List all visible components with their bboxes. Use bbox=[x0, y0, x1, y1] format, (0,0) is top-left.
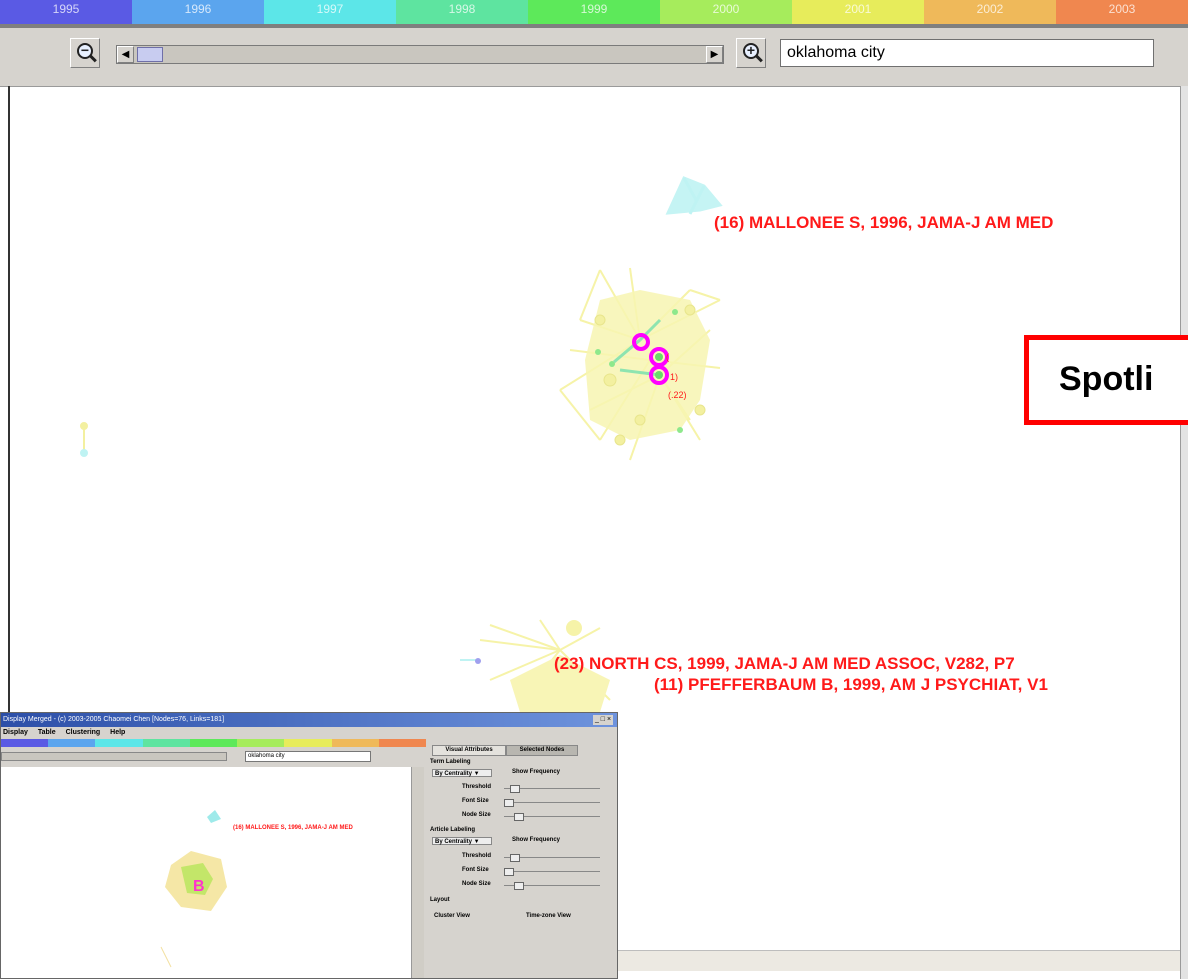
node-label-north[interactable]: (23) NORTH CS, 1999, JAMA-J AM MED ASSOC… bbox=[554, 654, 1015, 674]
inset-menu-bar: Display Table Clustering Help bbox=[1, 727, 617, 739]
inset-year-1996 bbox=[48, 739, 96, 747]
font-size-label: Font Size bbox=[462, 798, 489, 804]
scroll-right-arrow-icon[interactable]: ▶ bbox=[706, 46, 723, 63]
article-threshold-slider[interactable] bbox=[504, 854, 600, 862]
window-buttons[interactable]: _ □ × bbox=[593, 715, 613, 725]
inset-year-1999 bbox=[189, 739, 238, 747]
year-1996: 1996 bbox=[132, 0, 264, 28]
inset-year-1998 bbox=[142, 739, 190, 747]
inset-year-2002 bbox=[331, 739, 379, 747]
inset-year-2003 bbox=[378, 739, 426, 747]
cluster-view-radio[interactable]: Cluster View bbox=[434, 913, 470, 919]
search-input[interactable]: oklahoma city bbox=[780, 39, 1154, 67]
inset-title-bar: Display Merged - (c) 2003-2005 Chaomei C… bbox=[1, 713, 617, 727]
term-show-frequency[interactable]: Show Frequency bbox=[512, 769, 560, 775]
spotlight-callout: Spotli bbox=[1024, 335, 1188, 425]
inset-scrollbar[interactable] bbox=[1, 752, 227, 761]
term-node-size-slider[interactable] bbox=[504, 813, 600, 821]
term-font-size-slider[interactable] bbox=[504, 799, 600, 807]
inset-year-2000 bbox=[237, 739, 285, 747]
cluster-left bbox=[80, 422, 88, 457]
year-1998: 1998 bbox=[396, 0, 528, 28]
node-size-label: Node Size bbox=[462, 812, 491, 818]
vertical-scrollbar[interactable] bbox=[1180, 86, 1188, 979]
inset-node-label: (16) MALLONEE S, 1996, JAMA-J AM MED bbox=[233, 825, 353, 831]
article-show-frequency[interactable]: Show Frequency bbox=[512, 837, 560, 843]
font-size-label: Font Size bbox=[462, 867, 489, 873]
term-centrality-dropdown[interactable]: By Centrality ▼ bbox=[432, 769, 492, 777]
zoom-out-button[interactable]: − bbox=[70, 38, 100, 68]
year-2001: 2001 bbox=[792, 0, 924, 28]
article-labeling-heading: Article Labeling bbox=[430, 827, 476, 833]
year-2003: 2003 bbox=[1056, 0, 1188, 28]
menu-clustering[interactable]: Clustering bbox=[66, 729, 101, 736]
status-bar bbox=[616, 950, 1180, 971]
term-threshold-slider[interactable] bbox=[504, 785, 600, 793]
cluster-mallonee bbox=[665, 176, 723, 215]
inset-side-panel: Visual Attributes Selected Nodes Term La… bbox=[426, 743, 617, 978]
menu-display[interactable]: Display bbox=[3, 729, 28, 736]
node-label-mallonee[interactable]: (16) MALLONEE S, 1996, JAMA-J AM MED bbox=[714, 213, 1053, 233]
toolbar: − ◀ ▶ + oklahoma city bbox=[0, 28, 1188, 87]
canvas-left-border bbox=[8, 86, 10, 713]
node-label-pfefferbaum[interactable]: (11) PFEFFERBAUM B, 1999, AM J PSYCHIAT,… bbox=[654, 675, 1048, 695]
threshold-label: Threshold bbox=[462, 853, 492, 859]
timezone-view-radio[interactable]: Time-zone View bbox=[526, 913, 571, 919]
article-font-size-slider[interactable] bbox=[504, 868, 600, 876]
menu-table[interactable]: Table bbox=[38, 729, 56, 736]
article-node-size-slider[interactable] bbox=[504, 882, 600, 890]
inset-year-1995 bbox=[1, 739, 49, 747]
zoom-in-button[interactable]: + bbox=[736, 38, 766, 68]
scroll-left-arrow-icon[interactable]: ◀ bbox=[117, 46, 134, 63]
timeline-scrollbar[interactable]: ◀ ▶ bbox=[116, 45, 724, 64]
spotlight-text: Spotli bbox=[1059, 360, 1154, 398]
inset-search-input[interactable]: oklahoma city bbox=[245, 751, 371, 762]
inset-network-canvas[interactable]: B (16) MALLONEE S, 1996, JAMA-J AM MED bbox=[1, 767, 411, 979]
year-1997: 1997 bbox=[264, 0, 396, 28]
year-1995: 1995 bbox=[0, 0, 132, 28]
year-timeline: 1995 1996 1997 1998 1999 2000 2001 2002 2003 bbox=[0, 0, 1188, 28]
svg-text:B: B bbox=[193, 878, 205, 895]
inset-vertical-scrollbar[interactable] bbox=[411, 767, 424, 978]
scroll-thumb[interactable] bbox=[137, 47, 163, 62]
layout-heading: Layout bbox=[430, 897, 450, 903]
term-labeling-heading: Term Labeling bbox=[430, 759, 471, 765]
menu-help[interactable]: Help bbox=[110, 729, 125, 736]
year-2002: 2002 bbox=[924, 0, 1056, 28]
tab-visual-attributes[interactable]: Visual Attributes bbox=[432, 745, 506, 756]
year-2000: 2000 bbox=[660, 0, 792, 28]
node-size-label: Node Size bbox=[462, 881, 491, 887]
node-label-small: 1) bbox=[670, 372, 679, 382]
inset-year-2001 bbox=[284, 739, 332, 747]
tab-selected-nodes[interactable]: Selected Nodes bbox=[506, 745, 578, 756]
inset-window: Display Merged - (c) 2003-2005 Chaomei C… bbox=[0, 712, 618, 979]
node-label-small: ( bbox=[666, 352, 669, 362]
inset-year-timeline bbox=[1, 739, 426, 747]
threshold-label: Threshold bbox=[462, 784, 492, 790]
year-1999: 1999 bbox=[528, 0, 660, 28]
article-centrality-dropdown[interactable]: By Centrality ▼ bbox=[432, 837, 492, 845]
inset-year-1997 bbox=[95, 739, 143, 747]
node-label-small: (.22) bbox=[668, 390, 687, 400]
